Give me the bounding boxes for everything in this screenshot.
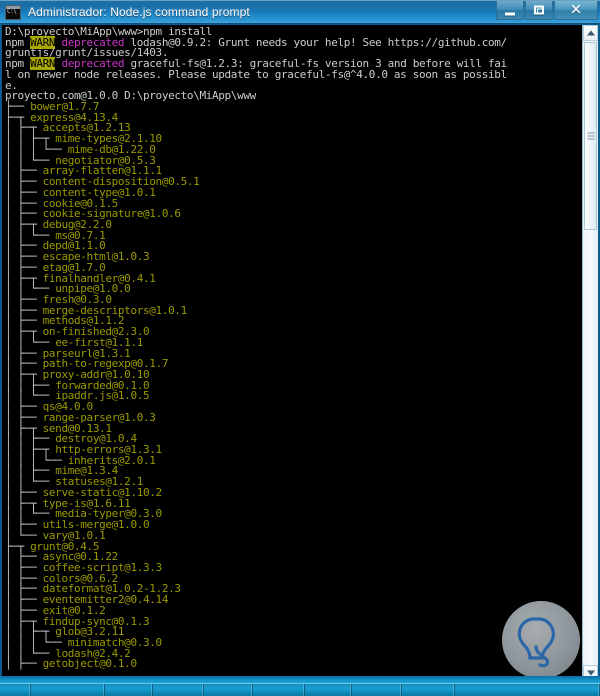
warn-message: lodash@0.9.2: Grunt needs your help! See… — [130, 35, 507, 49]
minimize-icon — [505, 12, 515, 16]
console-icon: C:\ — [5, 4, 21, 20]
restore-icon — [534, 5, 544, 15]
console-output-area[interactable]: D:\proyecto\MiApp\www>npm install npm WAR… — [2, 25, 598, 681]
terminal-line: │ ├── getobject@0.1.0 — [5, 657, 580, 671]
package-entry: getobject@0.1.0 — [42, 657, 137, 671]
close-button[interactable]: ✕ — [554, 1, 598, 20]
taskbar-tray[interactable] — [455, 684, 600, 696]
warn-continuation: l on newer node releases. Please update … — [5, 67, 507, 81]
vertical-scrollbar[interactable] — [582, 25, 598, 681]
desktop-strip — [0, 676, 600, 683]
console-icon-glyph: C:\ — [7, 7, 17, 15]
chevron-up-icon — [586, 30, 595, 36]
minimize-button[interactable] — [496, 1, 524, 20]
chevron-down-icon — [586, 670, 595, 676]
taskbar-item[interactable] — [153, 684, 204, 696]
taskbar-item[interactable] — [105, 684, 153, 696]
restore-button[interactable] — [525, 1, 553, 20]
window-title: Administrador: Node.js command prompt — [28, 5, 250, 19]
taskbar-item[interactable] — [253, 684, 305, 696]
tree-branch-glyph: │ ├── — [5, 657, 43, 671]
taskbar-item[interactable] — [402, 684, 455, 696]
window-title-bar[interactable]: C:\ Administrador: Node.js command promp… — [0, 0, 600, 24]
scroll-up-button[interactable] — [583, 25, 598, 41]
console-window: C:\ Administrador: Node.js command promp… — [0, 0, 600, 696]
close-icon: ✕ — [569, 0, 583, 19]
taskbar-item[interactable] — [352, 684, 402, 696]
taskbar-start-region[interactable] — [0, 684, 31, 696]
terminal-line: l on newer node releases. Please update … — [5, 67, 580, 81]
taskbar-item[interactable] — [305, 684, 352, 696]
taskbar-item[interactable] — [31, 684, 105, 696]
window-controls: ✕ — [495, 1, 598, 21]
console-frame: D:\proyecto\MiApp\www>npm install npm WAR… — [0, 24, 600, 683]
terminal-text: D:\proyecto\MiApp\www>npm install npm WAR… — [5, 26, 580, 671]
taskbar[interactable] — [0, 683, 600, 696]
taskbar-item[interactable] — [204, 684, 253, 696]
scrollbar-grip-icon — [587, 132, 594, 140]
watermark-logo — [502, 601, 580, 679]
scrollbar-thumb[interactable] — [584, 42, 597, 230]
